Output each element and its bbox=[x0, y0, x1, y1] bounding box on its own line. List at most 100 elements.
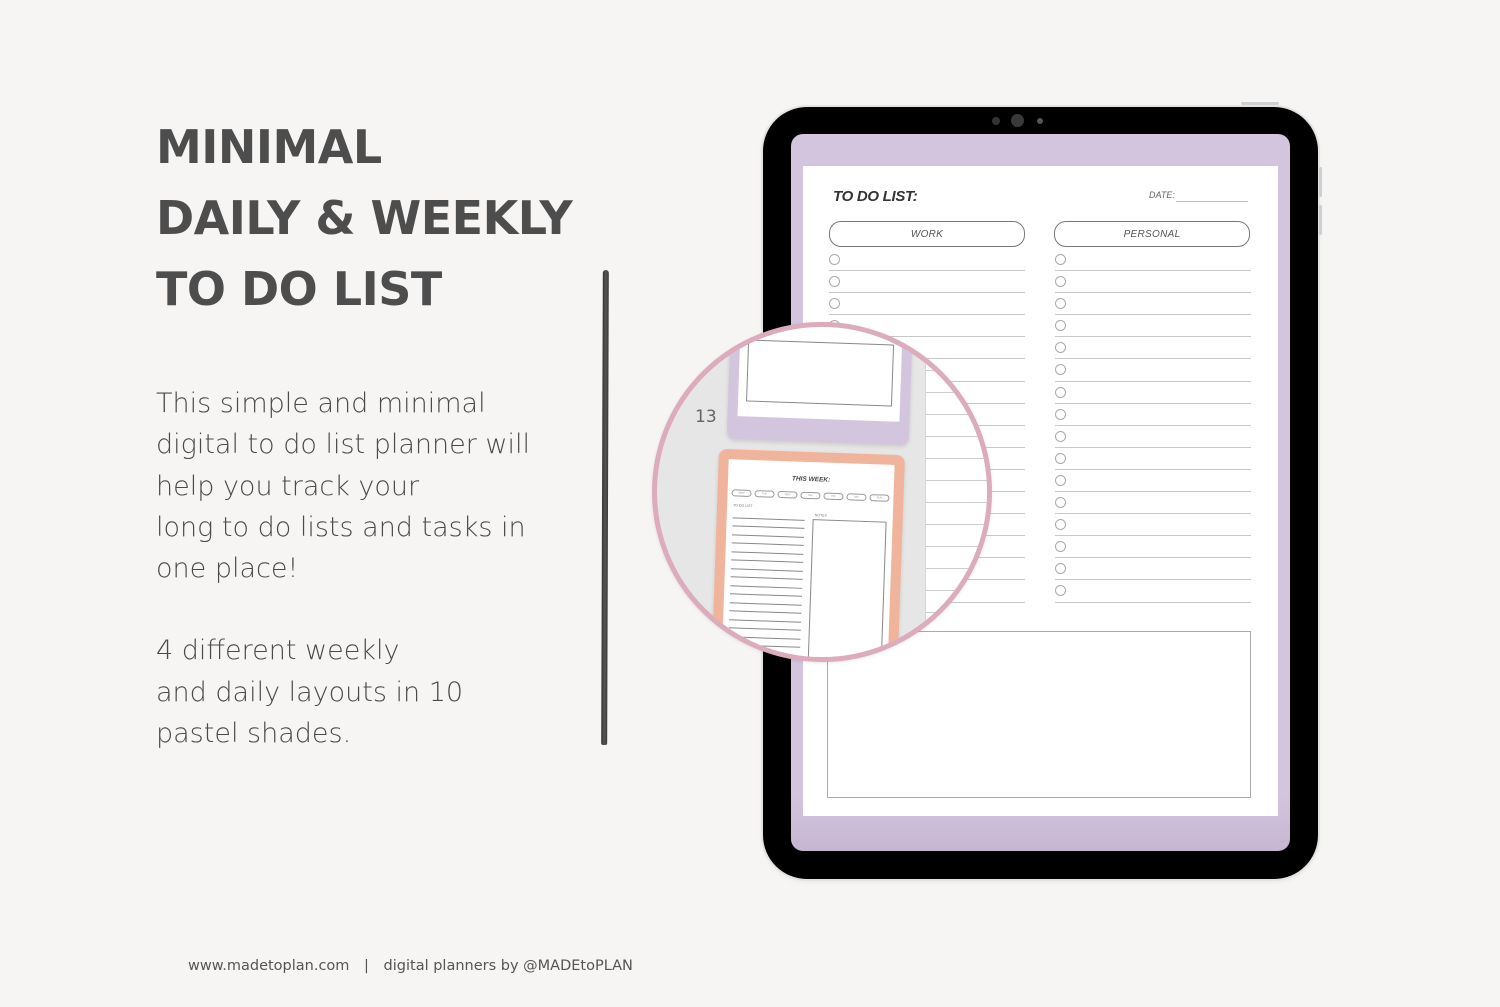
checkbox-circle-icon[interactable] bbox=[1055, 298, 1066, 310]
checkbox-circle-icon[interactable] bbox=[1055, 474, 1066, 486]
weekly-layout-thumbnail[interactable]: THIS WEEK: MON TUE WED THU FRI SAT SUN TO DO L… bbox=[711, 448, 905, 657]
magnified-task-line bbox=[926, 437, 987, 459]
checkbox-circle-icon[interactable] bbox=[1055, 276, 1066, 288]
thumbnail-notes-box bbox=[746, 339, 895, 407]
thumbnail-day-tabs: MON TUE WED THU FRI SAT SUN bbox=[731, 489, 890, 502]
task-row[interactable] bbox=[1055, 315, 1251, 338]
headline-line-3: TO DO LIST bbox=[156, 262, 442, 316]
tablet-volume-down-button bbox=[1319, 205, 1322, 235]
page-number: 13 bbox=[695, 407, 717, 427]
headline: MINIMAL DAILY & WEEKLY TO DO LIST bbox=[156, 112, 573, 325]
magnified-page-edge bbox=[925, 327, 987, 657]
task-row[interactable] bbox=[1055, 337, 1251, 360]
thumbnail-page bbox=[737, 327, 904, 422]
thumbnail-day-tab: TUE bbox=[754, 490, 775, 498]
personal-column-header: PERSONAL bbox=[1054, 221, 1250, 247]
description-line: pastel shades. bbox=[156, 718, 352, 750]
thumbnail-title: THIS WEEK: bbox=[791, 475, 831, 484]
checkbox-circle-icon[interactable] bbox=[829, 254, 840, 265]
website-link[interactable]: www.madetoplan.com bbox=[188, 958, 349, 974]
thumbnail-notes-label: NOTES bbox=[814, 513, 827, 518]
task-row[interactable] bbox=[829, 271, 1025, 294]
task-row[interactable] bbox=[1055, 293, 1251, 316]
checkbox-circle-icon[interactable] bbox=[1055, 585, 1066, 597]
task-row[interactable] bbox=[1055, 558, 1251, 581]
task-row[interactable] bbox=[1055, 426, 1251, 448]
thumbnail-notes-box bbox=[806, 519, 887, 657]
thumbnail-day-tab: SAT bbox=[846, 493, 867, 501]
description-line: and daily layouts in 10 bbox=[156, 676, 464, 708]
headline-line-1: MINIMAL bbox=[156, 120, 382, 174]
tablet-top-button bbox=[1241, 102, 1279, 105]
camera-sensor-icon bbox=[992, 117, 1000, 125]
checkbox-circle-icon[interactable] bbox=[1055, 364, 1066, 376]
magnified-task-line bbox=[926, 503, 987, 525]
checkbox-circle-icon[interactable] bbox=[1055, 497, 1066, 509]
magnified-task-line bbox=[926, 327, 987, 349]
magnified-task-line bbox=[926, 635, 987, 657]
thumbnail-day-tab: SUN bbox=[869, 494, 890, 502]
magnified-task-line bbox=[926, 459, 987, 481]
task-row[interactable] bbox=[1055, 404, 1251, 426]
checkbox-circle-icon[interactable] bbox=[829, 276, 840, 288]
thumbnail-day-tab: THU bbox=[800, 491, 821, 500]
description-line: one place! bbox=[156, 553, 299, 585]
magnified-task-line bbox=[926, 525, 987, 547]
description-line: digital to do list planner will bbox=[156, 429, 531, 461]
thumbnail-day-tab: FRI bbox=[823, 492, 844, 501]
task-row[interactable] bbox=[1055, 580, 1251, 603]
magnifier-callout: 13 THIS WEEK: MON TUE WED THU FRI SAT SUN TO D… bbox=[652, 322, 992, 662]
footer-separator: | bbox=[364, 958, 369, 974]
task-row[interactable] bbox=[1055, 249, 1251, 272]
camera-lens-icon bbox=[1011, 114, 1024, 127]
magnified-task-line bbox=[926, 613, 987, 635]
magnified-task-line bbox=[926, 591, 987, 613]
checkbox-circle-icon[interactable] bbox=[1055, 408, 1066, 420]
task-row[interactable] bbox=[829, 249, 1025, 272]
tablet-volume-up-button bbox=[1319, 167, 1322, 197]
page-title: TO DO LIST: bbox=[833, 188, 918, 205]
magnified-task-line bbox=[926, 415, 987, 437]
thumbnail-todo-lines bbox=[727, 509, 805, 657]
daily-layout-thumbnail[interactable] bbox=[726, 327, 914, 446]
task-row[interactable] bbox=[1055, 382, 1251, 404]
task-row[interactable] bbox=[1055, 359, 1251, 382]
description: This simple and minimal digital to do li… bbox=[156, 383, 530, 795]
magnified-task-line bbox=[926, 547, 987, 569]
checkbox-circle-icon[interactable] bbox=[1055, 320, 1066, 332]
checkbox-circle-icon[interactable] bbox=[1055, 452, 1066, 464]
work-column-header: WORK bbox=[829, 221, 1025, 247]
magnified-task-line bbox=[926, 481, 987, 503]
thumbnail-page: THIS WEEK: MON TUE WED THU FRI SAT SUN TO DO L… bbox=[720, 459, 895, 657]
date-label: DATE: bbox=[1149, 190, 1175, 200]
task-row[interactable] bbox=[829, 293, 1025, 316]
camera-flash-icon bbox=[1037, 118, 1043, 124]
description-line: help you track your bbox=[156, 470, 420, 502]
description-paragraph-1: This simple and minimal digital to do li… bbox=[156, 383, 530, 589]
page-thumbnails-view: 13 THIS WEEK: MON TUE WED THU FRI SAT SUN TO D… bbox=[657, 327, 987, 657]
personal-task-list bbox=[1055, 249, 1251, 603]
task-row[interactable] bbox=[1055, 514, 1251, 537]
description-line: 4 different weekly bbox=[156, 635, 400, 667]
task-row[interactable] bbox=[1055, 536, 1251, 559]
magnified-task-line bbox=[926, 569, 987, 591]
task-row[interactable] bbox=[1055, 470, 1251, 493]
thumbnail-day-tab: WED bbox=[777, 490, 798, 499]
description-paragraph-2: 4 different weekly and daily layouts in … bbox=[156, 630, 530, 754]
checkbox-circle-icon[interactable] bbox=[829, 298, 840, 310]
footer-credit: digital planners by @MADEtoPLAN bbox=[383, 958, 633, 974]
task-row[interactable] bbox=[1055, 448, 1251, 470]
task-row[interactable] bbox=[1055, 271, 1251, 294]
date-input-line[interactable] bbox=[1176, 201, 1248, 202]
headline-line-2: DAILY & WEEKLY bbox=[156, 191, 573, 245]
checkbox-circle-icon[interactable] bbox=[1055, 541, 1066, 553]
thumbnail-day-tab: MON bbox=[731, 489, 752, 497]
task-row[interactable] bbox=[1055, 492, 1251, 515]
description-line: long to do lists and tasks in bbox=[156, 511, 526, 543]
checkbox-circle-icon[interactable] bbox=[1055, 563, 1066, 575]
checkbox-circle-icon[interactable] bbox=[1055, 386, 1066, 398]
checkbox-circle-icon[interactable] bbox=[1055, 254, 1066, 265]
checkbox-circle-icon[interactable] bbox=[1055, 430, 1066, 442]
checkbox-circle-icon[interactable] bbox=[1055, 519, 1066, 531]
checkbox-circle-icon[interactable] bbox=[1055, 342, 1066, 354]
